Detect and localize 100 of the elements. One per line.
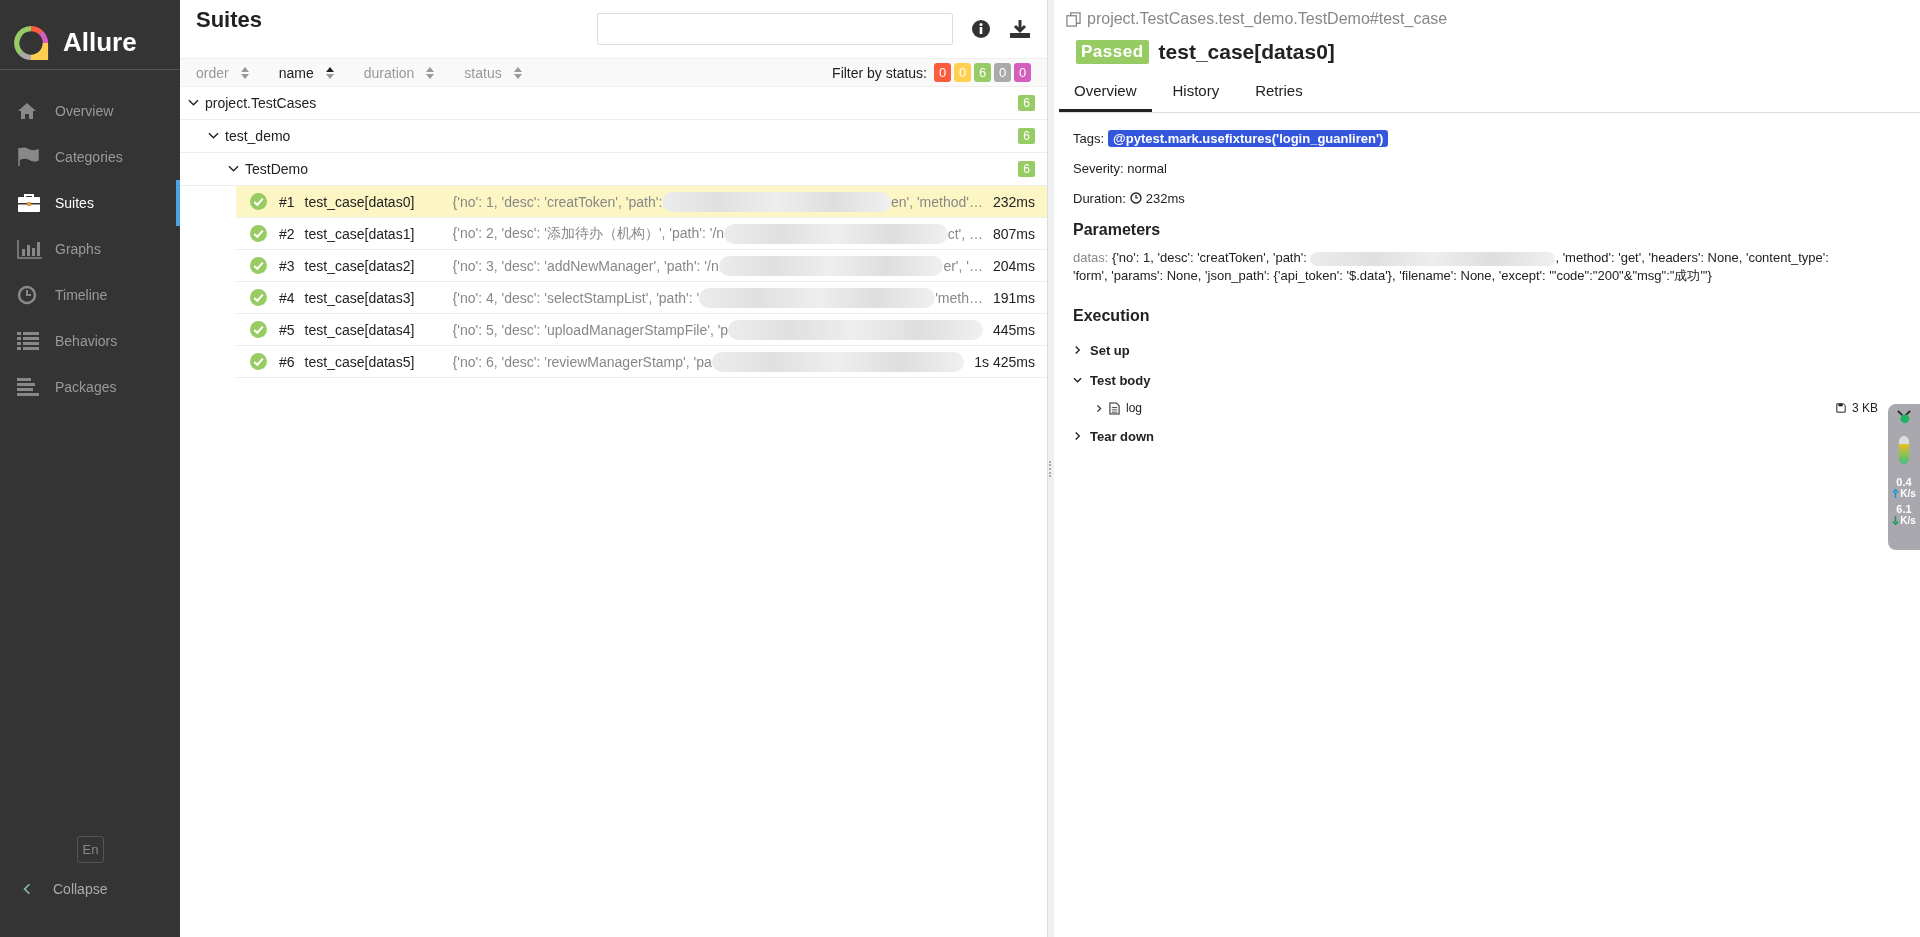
test-name: test_case[datas3] [304, 289, 416, 306]
test-number: #5 [279, 321, 295, 338]
parameter-name: datas: [1073, 250, 1109, 265]
tab[interactable]: History [1157, 74, 1235, 112]
search-field[interactable] [597, 13, 953, 45]
step-row[interactable]: Test body [1073, 365, 1878, 395]
test-parameters: en', 'method'… [890, 193, 983, 210]
info-icon[interactable] [971, 19, 991, 39]
test-parameters: {'no': 3, 'desc': 'addNewManager', 'path': '/n [452, 257, 719, 274]
suite-name: test_demo [225, 128, 292, 144]
tab[interactable]: Retries [1240, 74, 1318, 112]
nav-item[interactable]: Suites [0, 180, 180, 226]
test-name: test_case[datas1] [304, 225, 416, 242]
clock-icon [17, 285, 37, 305]
suite-row[interactable]: test_demo 6 [180, 120, 1047, 153]
test-number: #6 [279, 353, 295, 370]
test-path: project.TestCases.test_demo.TestDemo#test_case [1087, 10, 1448, 28]
duration-value: 232ms [1145, 190, 1185, 206]
attachment-row[interactable]: log 3 KB [1073, 395, 1878, 421]
arrow-down-icon [1892, 516, 1900, 525]
download-icon[interactable] [1009, 19, 1031, 39]
test-name: test_case[datas2] [304, 257, 416, 274]
count-badge: 6 [1018, 95, 1035, 111]
status-badge: Passed [1076, 40, 1149, 64]
nav-item[interactable]: Categories [0, 134, 180, 180]
check-circle-icon [250, 321, 267, 338]
chevron-right-icon [1073, 345, 1082, 355]
align-left-icon [17, 378, 39, 396]
sort-column-button[interactable]: name [278, 64, 334, 81]
sort-icon [240, 66, 249, 79]
suite-name: project.TestCases [205, 95, 318, 111]
duration-label: Duration: [1073, 190, 1126, 206]
clock-icon [1129, 192, 1142, 204]
page-title: Suites [196, 7, 264, 33]
nav-item[interactable]: Timeline [0, 272, 180, 318]
step-row[interactable]: Tear down [1073, 421, 1878, 451]
test-parameters: {'no': 4, 'desc': 'selectStampList', 'path': ' [452, 289, 700, 306]
test-duration: 807ms [992, 225, 1035, 242]
language-button[interactable]: En [77, 836, 104, 863]
upload-speed: 0.4 [1896, 476, 1912, 488]
test-number: #4 [279, 289, 295, 306]
test-row[interactable]: #5 test_case[datas4] {'no': 5, 'desc': 'uploadManagerStampFile', 'p 445ms [236, 314, 1047, 346]
test-name: test_case[datas5] [304, 353, 416, 370]
test-number: #2 [279, 225, 295, 242]
test-parameters: {'no': 6, 'desc': 'reviewManagerStamp', 'pa [452, 353, 712, 370]
test-row[interactable]: #1 test_case[datas0] {'no': 1, 'desc': 'creatToken', 'path': en', 'method'… 232ms [236, 186, 1047, 218]
attachment-size: 3 KB [1852, 401, 1878, 415]
test-duration: 1s 425ms [974, 353, 1035, 370]
save-icon [1836, 403, 1846, 413]
nav-item[interactable]: Behaviors [0, 318, 180, 364]
document-icon [1109, 401, 1120, 415]
filter-label: Filter by status: [832, 64, 927, 81]
section-heading: Parameters [1073, 221, 1162, 239]
test-parameters: 'meth… [935, 289, 983, 306]
nav-item[interactable]: Overview [0, 88, 180, 134]
collapse-button[interactable]: Collapse [23, 881, 108, 897]
chevron-down-icon [1073, 375, 1082, 385]
chevron-left-icon [23, 882, 31, 896]
test-row[interactable]: #2 test_case[datas1] {'no': 2, 'desc': '添加待办（机构）', 'path': '/n ct', … 807ms [236, 218, 1047, 250]
test-parameters: {'no': 1, 'desc': 'creatToken', 'path': [452, 193, 663, 210]
test-parameters: {'no': 2, 'desc': '添加待办（机构）', 'path': '/n [452, 224, 725, 243]
logo-text: Allure [63, 27, 137, 58]
chevron-right-icon [1095, 403, 1103, 413]
test-row[interactable]: #3 test_case[datas2] {'no': 3, 'desc': 'addNewManager', 'path': '/n er', '… 204ms [236, 250, 1047, 282]
step-label: Set up [1090, 342, 1130, 358]
step-row[interactable]: Set up [1073, 335, 1878, 365]
home-icon [17, 102, 37, 120]
bar-chart-icon [17, 239, 43, 259]
step-label: Tear down [1090, 428, 1155, 444]
count-badge: 6 [1018, 161, 1035, 177]
parameter-value: 'form', 'params': None, 'json_path': {'api_token': '$.data'}, 'filename': None, 'except': '"code":"200"&"msg":"成功"'} [1073, 268, 1712, 283]
test-parameters: er', '… [943, 257, 983, 274]
briefcase-icon [17, 193, 41, 213]
nav-item[interactable]: Packages [0, 364, 180, 410]
test-duration: 191ms [992, 289, 1035, 306]
test-duration: 204ms [992, 257, 1035, 274]
section-heading: Execution [1073, 307, 1151, 325]
gauge-icon [1899, 436, 1909, 464]
nav-item[interactable]: Graphs [0, 226, 180, 272]
parameter-value: , 'method': 'get', 'headers': None, 'content_type': [1555, 250, 1829, 265]
parameter-value: {'no': 1, 'desc': 'creatToken', 'path': [1112, 250, 1308, 265]
sort-icon [325, 66, 334, 79]
severity-text: Severity: normal [1073, 160, 1167, 176]
arrow-up-icon [1892, 489, 1900, 498]
test-row[interactable]: #4 test_case[datas3] {'no': 4, 'desc': 'selectStampList', 'path': ' 'meth… 191ms [236, 282, 1047, 314]
test-number: #1 [279, 193, 295, 210]
attachment-name: log [1126, 401, 1143, 415]
status-dot-icon [1897, 410, 1911, 424]
test-name: test_case[datas4] [304, 321, 416, 338]
check-circle-icon [250, 225, 267, 242]
copy-icon[interactable] [1066, 11, 1081, 27]
sort-icon [426, 66, 435, 79]
suite-row[interactable]: project.TestCases 6 [180, 87, 1047, 120]
chevron-right-icon [1073, 431, 1082, 441]
test-row[interactable]: #6 test_case[datas5] {'no': 6, 'desc': 'reviewManagerStamp', 'pa 1s 425ms [236, 346, 1047, 378]
check-circle-icon [250, 257, 267, 274]
flag-icon [17, 147, 39, 167]
tab[interactable]: Overview [1059, 74, 1152, 112]
step-label: Test body [1090, 372, 1151, 388]
speed-unit: K/s [1900, 515, 1916, 526]
